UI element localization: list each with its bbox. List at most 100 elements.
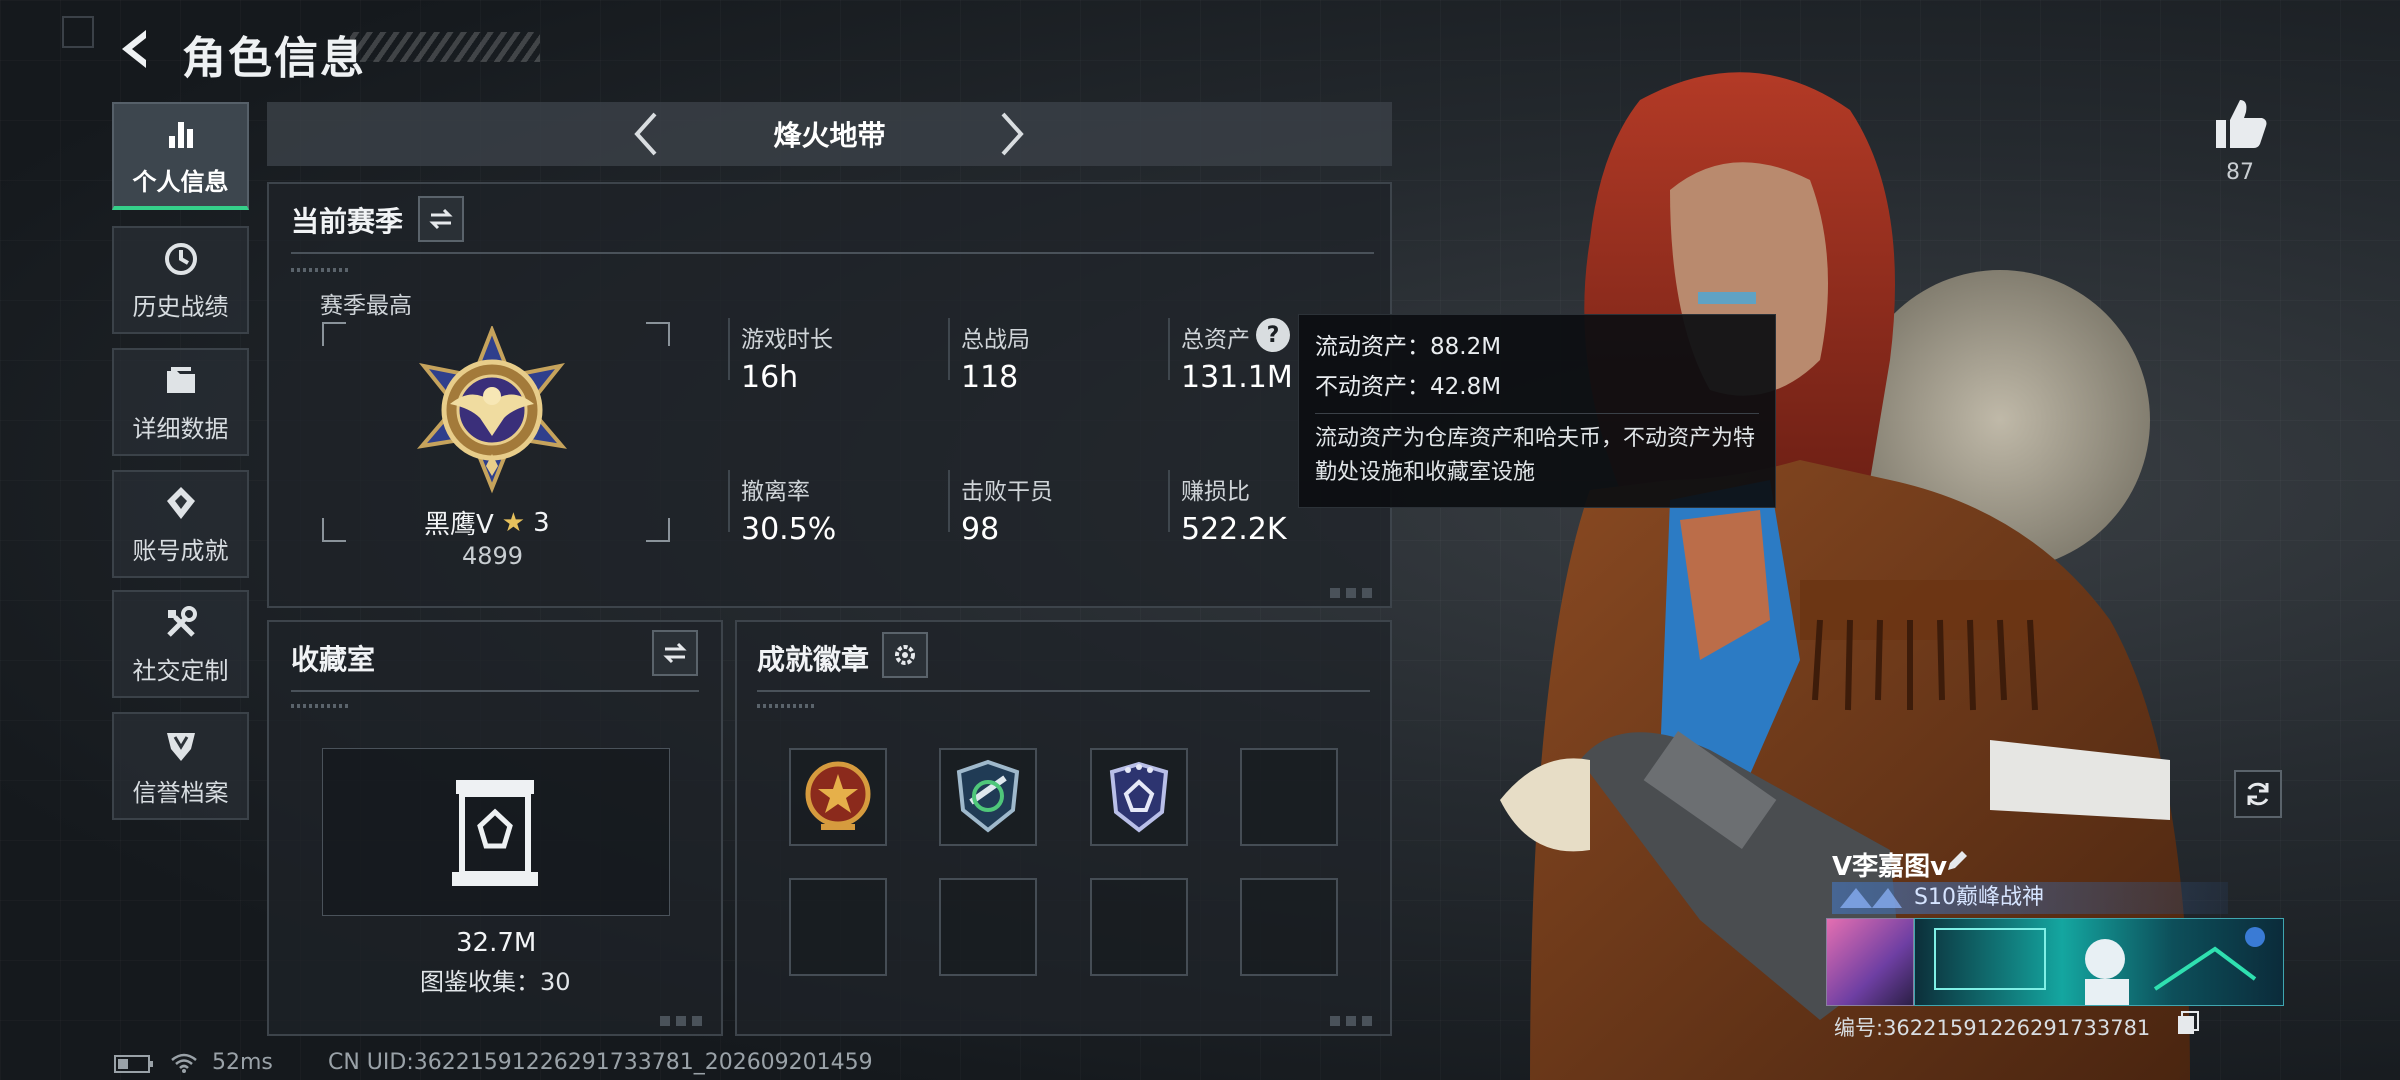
refresh-icon [2247,782,2269,806]
divider [291,252,1374,254]
sidebar-item-label: 详细数据 [132,414,229,443]
sidebar-item-label: 信誉档案 [132,778,229,807]
decoration-dots [291,704,351,708]
player-title: S10巅峰战神 [1914,885,2044,910]
rank-stars: 3 [533,507,550,538]
rank-title: 黑鹰V ★ 3 [424,504,550,541]
divider [728,470,730,532]
panel-corner-decoration [1330,588,1378,598]
medal-icon [166,486,195,519]
sidebar-item-history[interactable]: 历史战绩 [112,226,249,334]
divider [291,690,699,692]
stat-label-profit-ratio: 赚损比 [1181,479,1250,505]
badge-slot-empty[interactable] [1090,878,1188,976]
frame-corner [646,518,670,542]
sidebar-item-achievements[interactable]: 账号成就 [112,470,249,578]
wifi-icon [171,1053,197,1073]
stat-label-extract-rate: 撤离率 [741,479,810,505]
panel-corner-decoration [1330,1016,1378,1026]
stat-value-profit-ratio: 522.2K [1181,512,1287,547]
stat-label-total-assets: 总资产 [1181,327,1250,353]
collection-title: 收藏室 [291,643,376,676]
panel-corner-decoration [660,1016,708,1026]
edit-icon[interactable] [1944,848,1970,874]
decoration-dots [291,268,351,272]
badge-slot-empty[interactable] [939,878,1037,976]
back-arrow-icon[interactable] [112,24,156,74]
badge-slot-empty[interactable] [1240,878,1338,976]
achievements-title: 成就徽章 [757,643,870,676]
stat-value-total-assets: 131.1M [1181,360,1293,395]
fixed-assets: 不动资产：42.8M [1315,374,1502,400]
vault-icon [452,780,538,886]
sidebar-item-label: 历史战绩 [132,292,229,321]
divider [948,318,950,380]
sidebar-item-personal-info[interactable]: 个人信息 [112,102,249,210]
folder-icon [166,366,195,393]
title-decoration [350,32,540,62]
clock-icon [164,242,197,275]
badge-slot-empty[interactable] [789,878,887,976]
help-icon[interactable]: ? [1256,318,1290,352]
like-count: 87 [2226,160,2254,185]
assets-tooltip: 流动资产：88.2M 不动资产：42.8M 流动资产为仓库资产和哈夫币，不动资产… [1298,314,1776,508]
liquid-assets: 流动资产：88.2M [1315,334,1502,360]
sidebar-item-label: 社交定制 [132,656,229,685]
frame-corner [646,322,670,346]
name-card-banner[interactable] [1914,918,2284,1006]
rank-score: 4899 [462,542,524,570]
season-best-label: 赛季最高 [320,293,412,319]
tools-icon [166,605,197,637]
gear-icon [895,645,915,665]
sidebar-item-reputation[interactable]: 信誉档案 [112,712,249,820]
stat-label-total-matches: 总战局 [961,327,1030,353]
sidebar-item-label: 账号成就 [132,536,229,565]
crest-badge-icon [1109,761,1169,833]
sidebar-item-detailed-data[interactable]: 详细数据 [112,348,249,456]
wing-badge-icon [956,759,1020,833]
badge-slot-empty[interactable] [1240,748,1338,846]
badge-slot[interactable] [789,748,887,846]
shield-icon [166,732,195,761]
codex-count: 图鉴收集：30 [420,968,571,996]
switch-season-button[interactable] [418,196,464,242]
copy-icon[interactable] [2176,1010,2200,1036]
stat-value-extract-rate: 30.5% [741,512,837,547]
mode-selector: 烽火地带 [267,102,1392,166]
assets-description: 流动资产为仓库资产和哈夫币，不动资产为特勤处设施和收藏室设施 [1315,426,1756,485]
banner-art-icon [1934,927,2265,1005]
collection-value: 32.7M [456,928,537,958]
thumbs-up-icon[interactable] [2210,96,2270,152]
divider [1315,413,1759,414]
badge-slot[interactable] [939,748,1037,846]
frame-corner [322,322,346,346]
mode-title: 烽火地带 [773,119,886,152]
stat-value-kills: 98 [961,512,1000,547]
rank-emblem-icon [416,326,568,494]
previous-mode-arrow-icon[interactable] [623,110,671,158]
badge-slot[interactable] [1090,748,1188,846]
rank-name: 黑鹰V [424,510,494,540]
bar-chart-icon [168,121,193,148]
next-mode-arrow-icon[interactable] [987,110,1035,158]
stat-label-playtime: 游戏时长 [741,327,833,353]
achievement-settings-button[interactable] [882,632,928,678]
uid-footer: CN UID:3622159122629173378​1_20260920145… [328,1050,873,1075]
divider [1168,318,1170,380]
player-id: 编号:3622159122629173378​1 [1834,1016,2151,1040]
divider [1168,470,1170,532]
player-name: V李嘉图v [1832,852,1948,882]
switch-collection-button[interactable] [652,630,698,676]
avatar[interactable] [1826,918,1914,1006]
sidebar-item-social-custom[interactable]: 社交定制 [112,590,249,698]
frame-corner [322,518,346,542]
decoration-dots [757,704,817,708]
divider [948,470,950,532]
rotate-character-button[interactable] [2234,770,2282,818]
page-title: 角色信息 [182,33,366,84]
sidebar-item-label: 个人信息 [132,167,229,196]
star-badge-icon [805,761,871,830]
swap-icon [429,208,453,230]
swap-icon [663,642,687,664]
stat-value-total-matches: 118 [961,360,1019,395]
